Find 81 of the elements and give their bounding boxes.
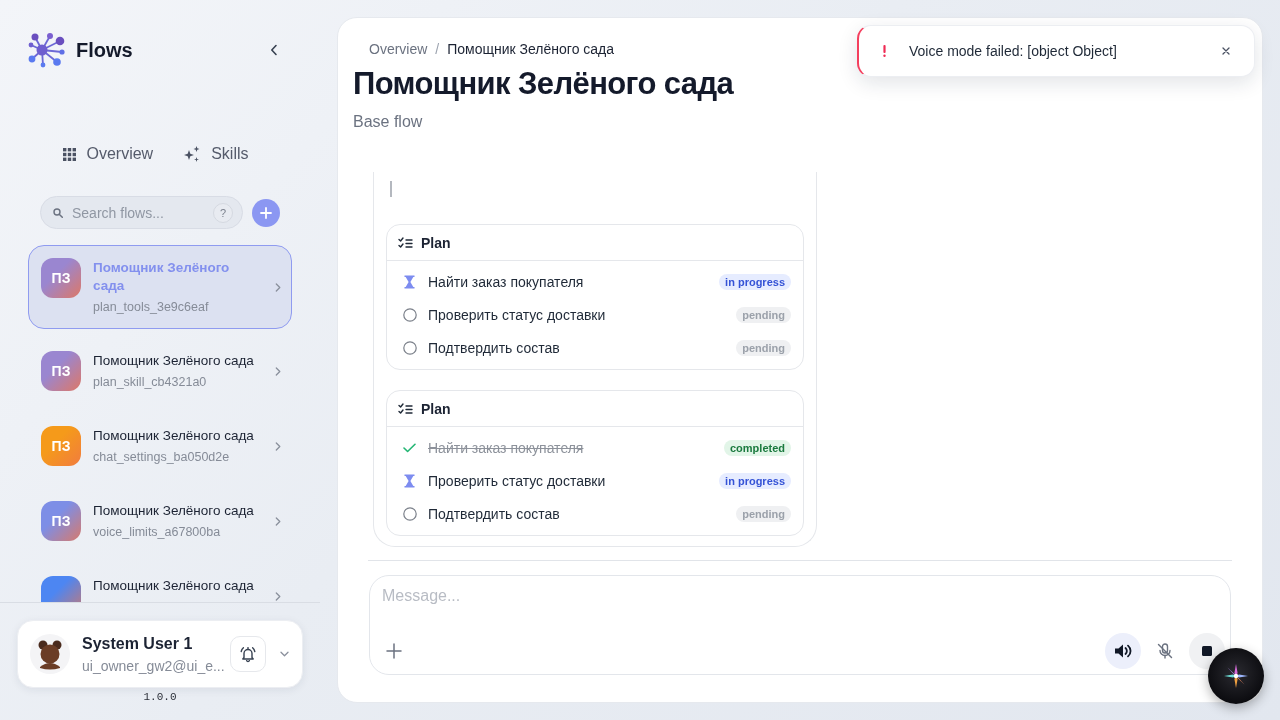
microphone-off-icon xyxy=(1157,643,1173,659)
step-text: Подтвердить состав xyxy=(428,505,561,522)
help-button[interactable]: ? xyxy=(213,202,233,223)
add-flow-button[interactable] xyxy=(252,198,280,227)
flow-item[interactable]: ПЗ Помощник Зелёного сада plan_tools_3e9c6eaf xyxy=(28,245,292,329)
speaker-icon xyxy=(1114,643,1132,659)
check-icon xyxy=(403,442,416,453)
chevron-right-icon xyxy=(275,591,281,601)
hourglass-icon xyxy=(404,473,415,488)
nav-link[interactable]: Overview xyxy=(63,145,154,163)
message-input[interactable]: Message... xyxy=(370,576,1230,633)
flow-id: voice_limits_a67800ba xyxy=(93,524,222,541)
flow-title: Помощник Зелёного сада xyxy=(93,352,255,370)
notifications-button[interactable] xyxy=(230,636,266,672)
flow-avatar: ПЗ xyxy=(41,501,81,541)
search-field[interactable]: Search flows... ? xyxy=(40,196,243,229)
breadcrumb-current: Помощник Зелёного сада xyxy=(447,41,615,57)
logo-icon xyxy=(28,32,66,68)
chevron-right-icon xyxy=(275,282,281,292)
flow-id: chat_settings_ba050d2e xyxy=(93,449,231,466)
step-text: Найти заказ покупателя xyxy=(428,273,585,290)
flow-avatar: ПЗ xyxy=(41,351,81,391)
breadcrumb-separator: / xyxy=(435,41,440,57)
empty-circle-icon xyxy=(402,340,417,355)
empty-circle-icon xyxy=(402,506,417,521)
speaker-button[interactable] xyxy=(1105,633,1141,669)
chevron-right-icon xyxy=(275,366,281,376)
flow-id: plan_skill_cb4321a0 xyxy=(93,374,208,391)
plan-title: Plan xyxy=(421,400,451,417)
exclamation-icon xyxy=(883,45,886,57)
status-badge: pending xyxy=(736,339,791,356)
nav-link[interactable]: Skills xyxy=(183,145,249,163)
list-check-icon xyxy=(398,402,413,415)
bell-icon xyxy=(239,645,257,663)
chevron-down-icon xyxy=(280,651,289,657)
plus-icon xyxy=(260,206,272,219)
brand-name: Flows xyxy=(76,38,133,62)
plus-icon xyxy=(386,643,402,659)
status-badge: in progress xyxy=(719,273,791,290)
hourglass-icon xyxy=(404,274,415,289)
flow-item[interactable]: ПЗ Помощник Зелёного сада plan_skill_cb4321a0 xyxy=(28,338,292,404)
user-avatar xyxy=(30,634,70,674)
empty-circle-icon xyxy=(402,307,417,322)
flow-item[interactable]: ПЗ Помощник Зелёного сада chat_settings_ba050d2e xyxy=(28,413,292,479)
chevron-left-icon xyxy=(270,44,278,56)
flow-avatar: ПЗ xyxy=(41,258,81,298)
status-badge: pending xyxy=(736,306,791,323)
step-text: Проверить статус доставки xyxy=(428,306,607,323)
flow-id: plan_tools_3e9c6eaf xyxy=(93,299,210,316)
sparkles-icon xyxy=(183,145,202,163)
chevron-right-icon xyxy=(275,516,281,526)
status-badge: pending xyxy=(736,505,791,522)
user-name: System User 1 xyxy=(82,634,194,653)
text-caret-icon xyxy=(390,181,392,197)
user-card[interactable]: System User 1 ui_owner_gw2@ui_e... xyxy=(17,620,303,688)
stop-icon xyxy=(1202,646,1212,656)
page-subtitle: Base flow xyxy=(353,112,423,132)
grid-icon xyxy=(63,147,77,161)
flow-title: Помощник Зелёного сада xyxy=(93,427,255,445)
flow-item[interactable]: Помощник Зелёного сада xyxy=(28,563,292,602)
flow-title: Помощник Зелёного сада xyxy=(93,502,255,520)
step-text: Подтвердить состав xyxy=(428,339,561,356)
list-check-icon xyxy=(398,236,413,249)
plan-title: Plan xyxy=(421,234,451,251)
search-icon xyxy=(53,207,63,218)
sparkle-icon xyxy=(1224,664,1248,688)
step-text: Найти заказ покупателя xyxy=(428,439,585,456)
user-email: ui_owner_gw2@ui_e... xyxy=(82,657,226,674)
breadcrumb-link[interactable]: Overview xyxy=(369,41,428,57)
version-label: 1.0.0 xyxy=(143,690,177,704)
flow-item[interactable]: ПЗ Помощник Зелёного сада voice_limits_a67800ba xyxy=(28,488,292,554)
status-badge: completed xyxy=(724,439,791,456)
page-title: Помощник Зелёного сада xyxy=(353,65,734,103)
toast-message: Voice mode failed: [object Object] xyxy=(909,43,1118,59)
flow-avatar: ПЗ xyxy=(41,426,81,466)
status-badge: in progress xyxy=(719,472,791,489)
close-icon xyxy=(1222,47,1230,55)
flow-title: Помощник Зелёного сада xyxy=(93,259,231,295)
flow-title: Помощник Зелёного сада xyxy=(93,577,255,595)
chevron-right-icon xyxy=(275,441,281,451)
step-text: Проверить статус доставки xyxy=(428,472,607,489)
